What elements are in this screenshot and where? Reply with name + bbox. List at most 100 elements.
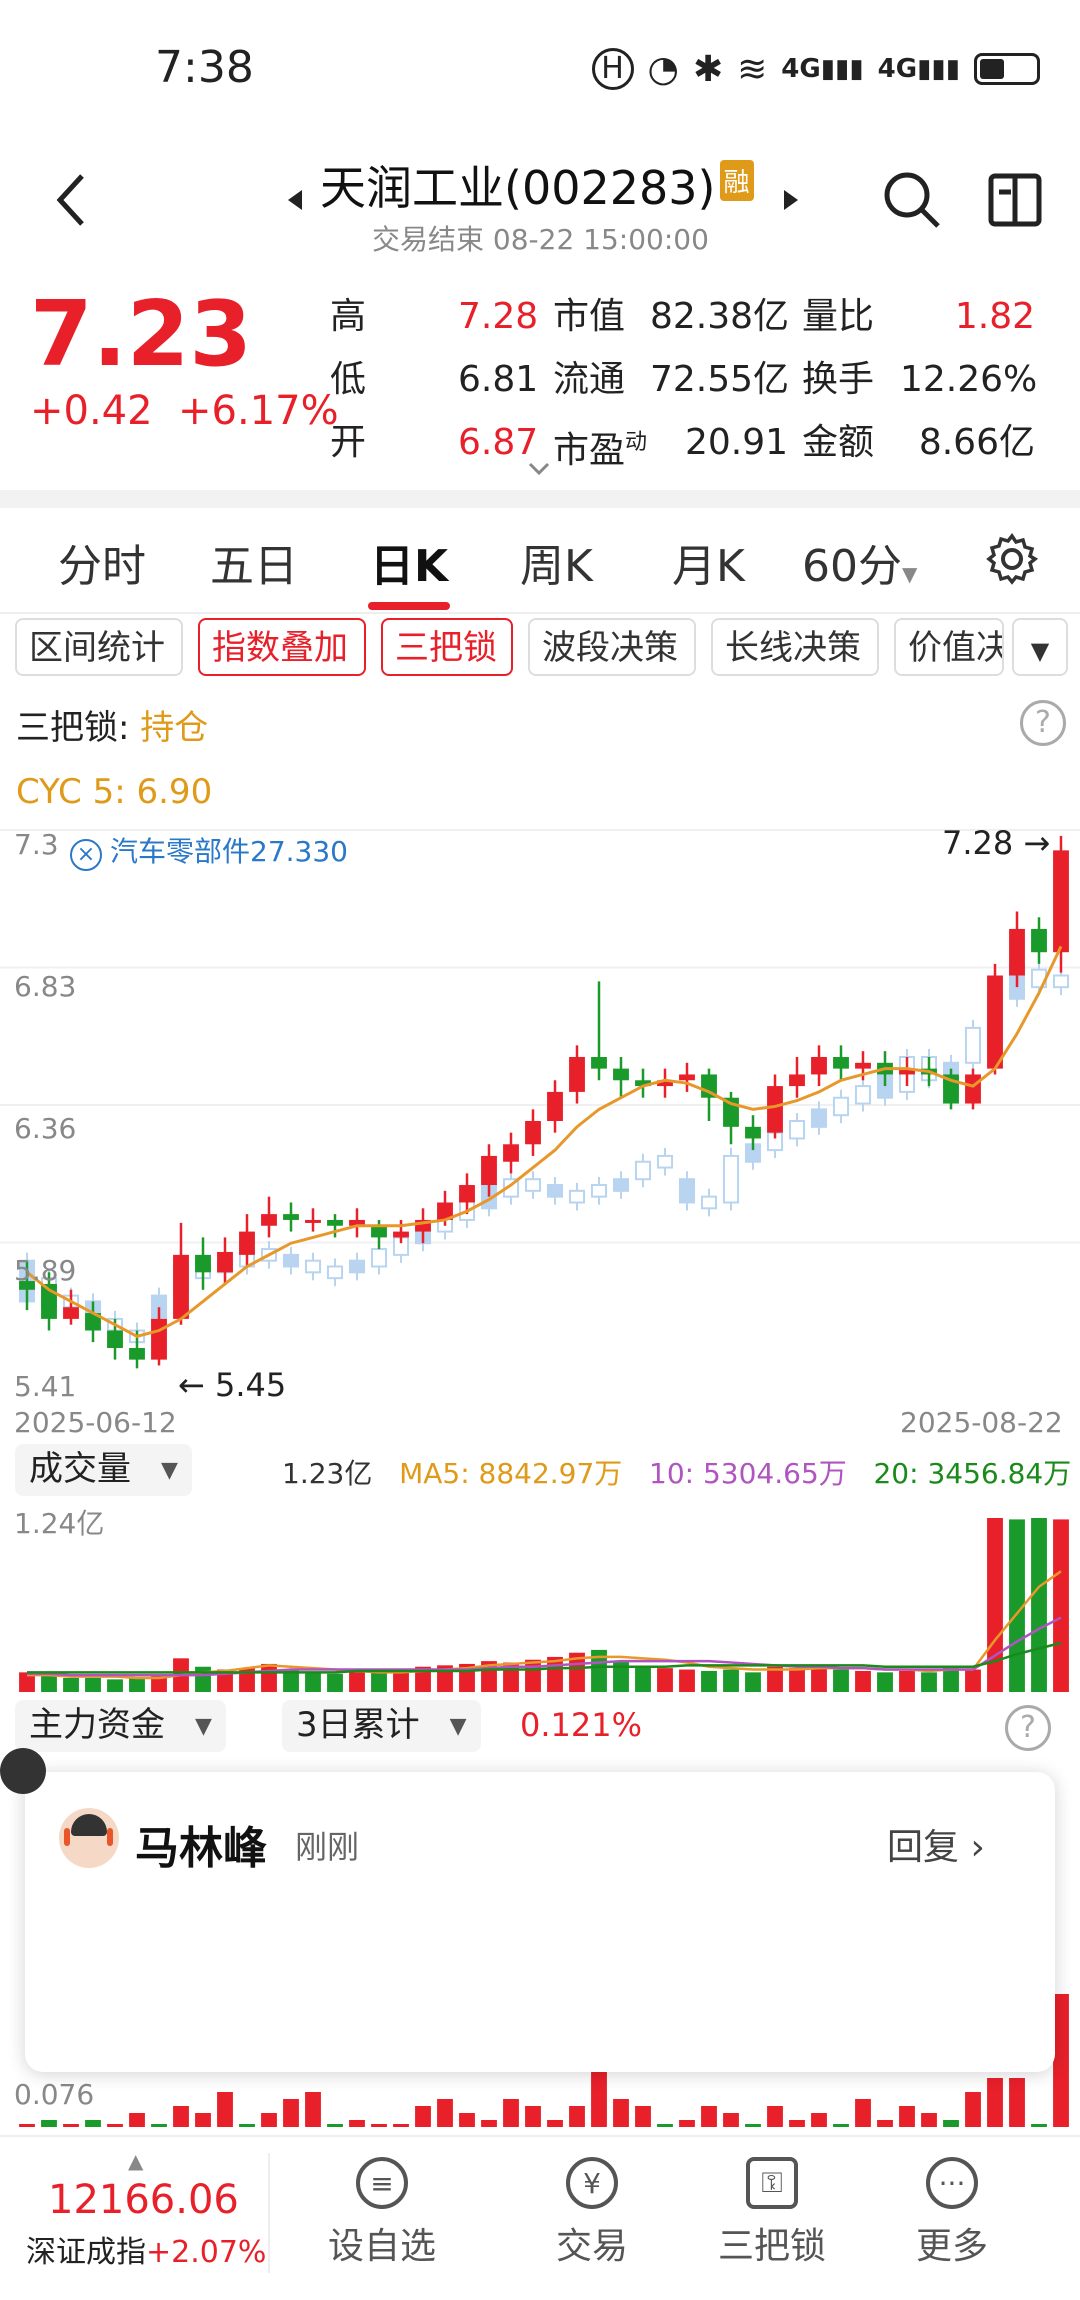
float-dot[interactable] bbox=[0, 1748, 46, 1794]
prev-stock-icon[interactable] bbox=[286, 188, 304, 212]
current-price: 7.23 bbox=[30, 282, 253, 387]
tab-fenshi[interactable]: 分时 bbox=[58, 530, 146, 594]
message-popup[interactable]: 马林峰 刚刚 回复 › bbox=[25, 1772, 1055, 2072]
nav-label: 交易 bbox=[555, 2226, 628, 2267]
volume-bar bbox=[701, 1670, 717, 1692]
capital-bar bbox=[107, 2124, 123, 2127]
capital-bar bbox=[327, 2124, 343, 2127]
nav-add-watchlist[interactable]: ≡ 设自选 bbox=[302, 2157, 462, 2269]
kline-chart[interactable] bbox=[0, 820, 1080, 1400]
close-circle-icon[interactable]: × bbox=[70, 839, 102, 871]
candle-body bbox=[745, 1126, 761, 1139]
y-tick-3: 6.36 bbox=[14, 1112, 77, 1145]
nav-more[interactable]: ··· 更多 bbox=[872, 2157, 1032, 2269]
caret-up-icon: ▲ bbox=[128, 2149, 144, 2173]
volume-ma10: 10: 5304.65万 bbox=[649, 1457, 847, 1490]
candle-body bbox=[591, 1056, 607, 1069]
overlay-candle bbox=[854, 1085, 872, 1105]
back-icon[interactable] bbox=[48, 170, 98, 230]
volume-bar bbox=[327, 1673, 343, 1692]
candle-body bbox=[151, 1318, 167, 1360]
volume-bar bbox=[745, 1672, 761, 1692]
overlay-candle bbox=[282, 1253, 300, 1268]
capital-value: 0.121% bbox=[520, 1706, 643, 1744]
candle-body bbox=[459, 1185, 475, 1203]
capital-period-label: 3日累计 bbox=[296, 1705, 420, 1745]
search-icon[interactable] bbox=[880, 168, 944, 232]
y-tick-top: 7.3 bbox=[14, 828, 59, 861]
candle-body bbox=[107, 1330, 123, 1348]
hd-icon: H bbox=[591, 48, 634, 90]
index-value[interactable]: 12166.06 bbox=[48, 2177, 239, 2223]
overlay-candle bbox=[678, 1178, 696, 1204]
overlay-candle bbox=[304, 1259, 322, 1274]
tab-rik[interactable]: 日K bbox=[370, 530, 448, 594]
dropdown-icon: ▼ bbox=[902, 562, 918, 586]
volume-selector[interactable]: 成交量 ▼ bbox=[15, 1444, 192, 1496]
overlay-index-label[interactable]: × 汽车零部件27.330 bbox=[70, 830, 348, 871]
page-title: 天润工业(002283) 融 bbox=[320, 152, 754, 218]
volume-chart[interactable] bbox=[0, 1500, 1080, 1696]
overlay-candle bbox=[700, 1195, 718, 1210]
capital-bar bbox=[547, 2120, 563, 2127]
chip-long-decision[interactable]: 长线决策 bbox=[711, 618, 879, 676]
volume-bar bbox=[1031, 1518, 1047, 1692]
expand-chevron-icon[interactable] bbox=[528, 462, 550, 476]
reply-button[interactable]: 回复 › bbox=[887, 1818, 985, 1870]
capital-selector[interactable]: 主力资金 ▼ bbox=[15, 1700, 226, 1752]
volume-bar bbox=[921, 1672, 937, 1692]
next-stock-icon[interactable] bbox=[782, 188, 800, 212]
tab-wuri[interactable]: 五日 bbox=[210, 530, 298, 594]
candle-body bbox=[833, 1056, 849, 1069]
candle-body bbox=[327, 1219, 343, 1226]
quote-amount-label: 金额 bbox=[802, 422, 875, 463]
dropdown-icon: ▼ bbox=[161, 1457, 178, 1483]
tab-60min[interactable]: 60分▼ bbox=[802, 530, 917, 594]
capital-bar bbox=[393, 2124, 409, 2127]
overlay-candle bbox=[590, 1184, 608, 1198]
help-icon[interactable]: ? bbox=[1005, 1705, 1051, 1751]
index-info[interactable]: 深证成指+2.07% bbox=[26, 2227, 266, 2271]
volume-bar bbox=[987, 1518, 1003, 1692]
chip-three-locks[interactable]: 三把锁 bbox=[381, 618, 513, 676]
settings-icon[interactable] bbox=[985, 532, 1039, 586]
chips-more-button[interactable]: ▼ bbox=[1012, 618, 1068, 676]
quote-float: 72.55亿 bbox=[650, 359, 790, 400]
volume-bar bbox=[899, 1670, 915, 1692]
y-tick-2: 6.83 bbox=[14, 970, 77, 1003]
capital-bar bbox=[173, 2106, 189, 2127]
capital-period-selector[interactable]: 3日累计 ▼ bbox=[282, 1700, 481, 1752]
nav-trade[interactable]: ¥ 交易 bbox=[512, 2157, 672, 2269]
nav-three-locks[interactable]: ⚿ 三把锁 bbox=[692, 2157, 852, 2269]
share-icon[interactable] bbox=[985, 170, 1045, 230]
y-tick-bottom: 5.41 bbox=[14, 1370, 77, 1403]
capital-selector-label: 主力资金 bbox=[29, 1705, 165, 1745]
candle-body bbox=[283, 1214, 299, 1220]
chip-range-stats[interactable]: 区间统计 bbox=[15, 618, 183, 676]
capital-bar bbox=[195, 2113, 211, 2127]
capital-bar bbox=[1053, 1994, 1069, 2127]
volume-bar bbox=[811, 1666, 827, 1692]
candle-body bbox=[547, 1091, 563, 1122]
volume-ma20: 20: 3456.84万 bbox=[873, 1457, 1072, 1490]
chip-value-decision[interactable]: 价值决 bbox=[894, 618, 1004, 676]
overlay-candle bbox=[546, 1184, 564, 1198]
capital-bar bbox=[877, 2120, 893, 2127]
chip-index-overlay[interactable]: 指数叠加 bbox=[198, 618, 366, 676]
candle-body bbox=[525, 1121, 541, 1145]
candle-body bbox=[855, 1062, 871, 1069]
tab-yuek[interactable]: 月K bbox=[672, 530, 745, 594]
capital-bar bbox=[943, 2120, 959, 2127]
capital-tick: 0.076 bbox=[14, 2078, 95, 2111]
chip-swing-decision[interactable]: 波段决策 bbox=[528, 618, 696, 676]
capital-bar bbox=[833, 2124, 849, 2127]
volume-bar bbox=[965, 1669, 981, 1692]
capital-bar bbox=[723, 2113, 739, 2127]
capital-bar bbox=[371, 2124, 387, 2127]
candle-body bbox=[679, 1074, 695, 1081]
status-bar: 7:38 H ◔ ✱ ≋ 4G▮▮▮ 4G▮▮▮ bbox=[0, 0, 1080, 140]
help-icon[interactable]: ? bbox=[1020, 700, 1066, 746]
tab-zhouk[interactable]: 周K bbox=[520, 530, 593, 594]
candle-body bbox=[987, 975, 1003, 1069]
capital-bar bbox=[745, 2124, 761, 2127]
